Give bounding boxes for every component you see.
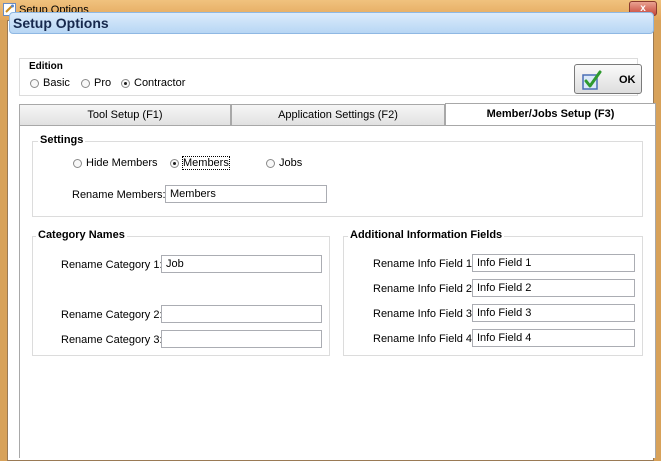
edition-label: Edition [29, 61, 63, 72]
edition-basic-label: Basic [43, 77, 70, 89]
setup-options-window: Setup Options x Setup Options Edition Ba… [0, 0, 661, 461]
rename-category-1-label: Rename Category 1: [61, 259, 163, 271]
settings-radio-hide-members[interactable]: Hide Members [73, 157, 158, 169]
radio-icon [266, 158, 275, 168]
tab-label: Tool Setup (F1) [87, 109, 163, 121]
banner-title: Setup Options [13, 15, 109, 31]
edition-radio-pro[interactable]: Pro [81, 77, 111, 89]
edition-pro-label: Pro [94, 77, 112, 89]
radio-icon [30, 78, 39, 88]
tab-tool-setup[interactable]: Tool Setup (F1) [19, 104, 231, 126]
radio-selected-icon [121, 78, 130, 88]
rename-info-field-1-input[interactable]: Info Field 1 [472, 254, 635, 272]
rename-info-field-2-label: Rename Info Field 2: [373, 283, 476, 295]
settings-title: Settings [38, 134, 86, 146]
ok-button-label: OK [619, 74, 636, 86]
hide-members-label: Hide Members [86, 157, 158, 169]
tab-label: Application Settings (F2) [278, 109, 398, 121]
tab-member-jobs-setup[interactable]: Member/Jobs Setup (F3) [445, 103, 656, 127]
rename-category-2-label: Rename Category 2: [61, 309, 163, 321]
radio-icon [73, 158, 82, 168]
settings-radio-members[interactable]: Members [170, 156, 230, 170]
jobs-label: Jobs [279, 157, 303, 169]
edition-radio-contractor[interactable]: Contractor [121, 77, 185, 89]
category-names-title: Category Names [36, 229, 127, 241]
tab-label: Member/Jobs Setup (F3) [486, 108, 615, 120]
rename-category-3-label: Rename Category 3: [61, 334, 163, 346]
rename-members-input[interactable]: Members [165, 185, 327, 203]
rename-members-label: Rename Members: [72, 189, 166, 201]
checkmark-icon [582, 70, 602, 90]
settings-radio-jobs[interactable]: Jobs [266, 157, 302, 169]
rename-info-field-3-label: Rename Info Field 3: [373, 308, 476, 320]
tab-application-settings[interactable]: Application Settings (F2) [231, 104, 445, 126]
edition-radio-basic[interactable]: Basic [30, 77, 70, 89]
info-fields-title: Additional Information Fields [348, 229, 505, 241]
radio-icon [81, 78, 90, 88]
rename-info-field-1-label: Rename Info Field 1: [373, 258, 476, 270]
edition-contractor-label: Contractor [134, 77, 186, 89]
rename-category-2-input[interactable] [161, 305, 322, 323]
ok-button[interactable]: OK [574, 64, 642, 94]
header-banner: Setup Options [9, 12, 654, 34]
tab-strip: Tool Setup (F1) Application Settings (F2… [19, 103, 656, 127]
rename-category-1-input[interactable]: Job [161, 255, 322, 273]
edition-group [19, 58, 638, 96]
rename-info-field-4-label: Rename Info Field 4: [373, 333, 476, 345]
radio-selected-icon [170, 158, 179, 168]
members-option-label: Members [182, 156, 230, 170]
rename-info-field-3-input[interactable]: Info Field 3 [472, 304, 635, 322]
rename-category-3-input[interactable] [161, 330, 322, 348]
settings-group [32, 141, 643, 217]
rename-info-field-4-input[interactable]: Info Field 4 [472, 329, 635, 347]
rename-info-field-2-input[interactable]: Info Field 2 [472, 279, 635, 297]
